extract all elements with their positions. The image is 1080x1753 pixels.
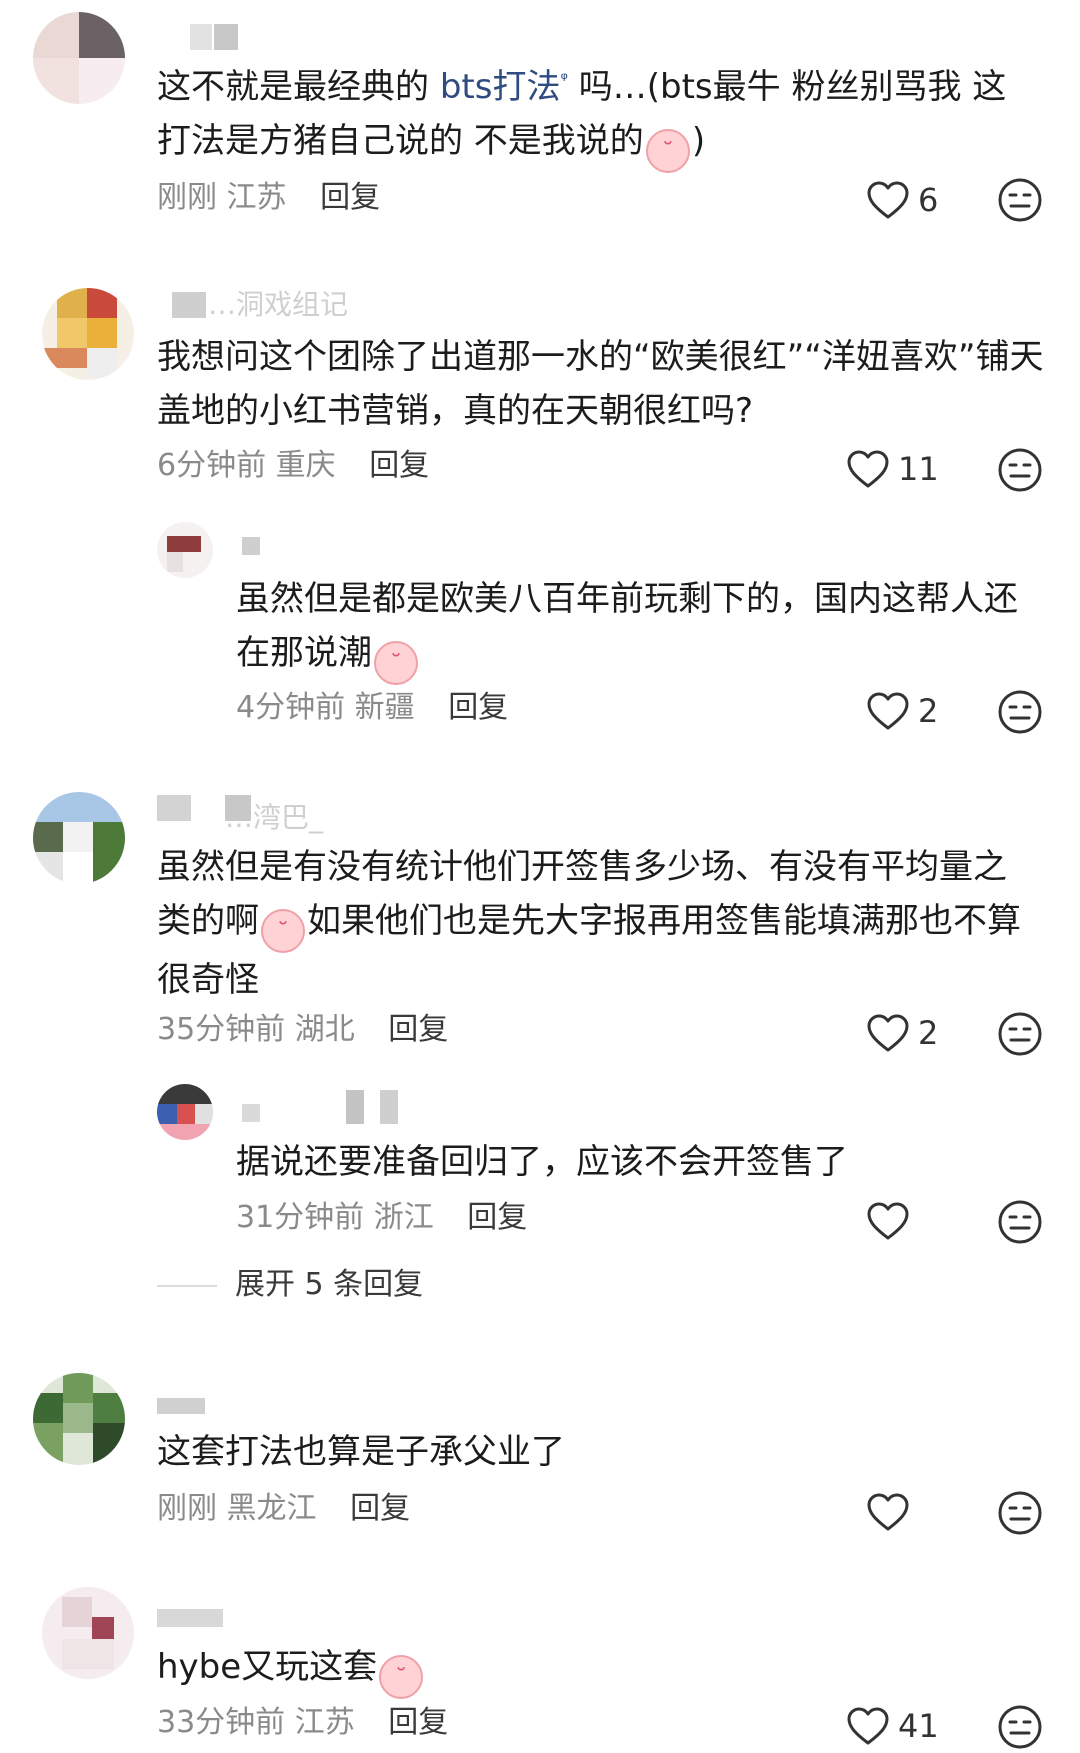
- reply-text: 虽然但是都是欧美八百年前玩剩下的，国内这帮人还 在那说潮 ˘: [236, 572, 1056, 685]
- timestamp: 33分钟前: [157, 1705, 286, 1740]
- avatar[interactable]: [33, 12, 125, 104]
- neutral-face-icon[interactable]: [997, 1704, 1043, 1750]
- comment-1: 这不就是最经典的 bts打法ᵠ 吗…(bts最牛 粉丝别骂我 这打法是方猪自己说…: [0, 0, 1080, 230]
- neutral-face-icon[interactable]: [997, 177, 1043, 223]
- reply-meta: 31分钟前 浙江 回复: [236, 1198, 527, 1238]
- heart-outline-icon: [867, 181, 909, 219]
- heart-outline-icon: [847, 1707, 889, 1745]
- location: 江苏: [226, 180, 287, 215]
- neutral-face-icon[interactable]: [997, 689, 1043, 735]
- like-button[interactable]: [866, 1488, 986, 1536]
- reply-button[interactable]: 回复: [350, 1491, 410, 1526]
- reply-button[interactable]: 回复: [388, 1705, 448, 1740]
- like-count: 2: [918, 692, 939, 730]
- username-masked[interactable]: [242, 537, 262, 563]
- reply-avatar[interactable]: [157, 1084, 213, 1140]
- reply-button[interactable]: 回复: [467, 1200, 527, 1235]
- heart-outline-icon: [867, 1493, 909, 1531]
- like-button[interactable]: 6: [866, 176, 986, 224]
- avatar[interactable]: [33, 792, 125, 884]
- neutral-face-icon[interactable]: [997, 1199, 1043, 1245]
- like-button[interactable]: 2: [866, 1009, 986, 1057]
- location: 江苏: [294, 1705, 355, 1740]
- comment-meta: 刚刚 江苏 回复: [157, 178, 380, 218]
- like-count: 11: [898, 450, 939, 488]
- username-masked[interactable]: …湾巴_: [157, 795, 327, 832]
- reply-avatar[interactable]: [157, 522, 213, 578]
- timestamp: 35分钟前: [157, 1012, 286, 1047]
- heart-outline-icon: [867, 692, 909, 730]
- location: 浙江: [373, 1200, 434, 1235]
- search-icon: ᵠ: [560, 69, 568, 90]
- neutral-face-icon[interactable]: [997, 1490, 1043, 1536]
- username-masked[interactable]: [157, 1392, 207, 1418]
- expand-replies-label: 展开 5 条回复: [235, 1267, 424, 1302]
- crying-face-emoji-icon: ˘: [379, 1655, 424, 1699]
- reply-meta: 4分钟前 新疆 回复: [236, 688, 508, 728]
- neutral-face-icon[interactable]: [997, 1011, 1043, 1057]
- location: 新疆: [354, 690, 415, 725]
- reply-text: 据说还要准备回归了，应该不会开签售了: [236, 1142, 848, 1182]
- crying-face-emoji-icon: ˘: [374, 641, 418, 685]
- like-button[interactable]: 11: [846, 445, 966, 493]
- timestamp: 4分钟前: [236, 690, 346, 725]
- location: 重庆: [275, 448, 336, 483]
- like-count: 2: [918, 1014, 939, 1052]
- comment-meta: 35分钟前 湖北 回复: [157, 1010, 448, 1050]
- neutral-face-icon[interactable]: [997, 447, 1043, 493]
- reply-button[interactable]: 回复: [369, 448, 429, 483]
- like-button[interactable]: 2: [866, 687, 986, 735]
- crying-face-emoji-icon: ˘: [645, 129, 690, 173]
- username-masked[interactable]: [242, 1090, 402, 1124]
- avatar[interactable]: [42, 1587, 134, 1679]
- like-count: 6: [918, 181, 939, 219]
- comment-text: hybe又玩这套 ˘: [157, 1640, 1047, 1699]
- username-masked[interactable]: [157, 1605, 227, 1631]
- comment-meta: 刚刚 黑龙江 回复: [157, 1489, 410, 1529]
- username-masked[interactable]: …洞戏组记: [172, 291, 372, 319]
- heart-outline-icon: [867, 1014, 909, 1052]
- reply-button[interactable]: 回复: [388, 1012, 448, 1047]
- divider: [157, 1285, 217, 1287]
- reply-button[interactable]: 回复: [448, 690, 508, 725]
- crying-face-emoji-icon: ˘: [261, 909, 305, 953]
- comment-text: 这套打法也算是子承父业了: [157, 1432, 565, 1472]
- location: 湖北: [294, 1012, 355, 1047]
- like-button[interactable]: [866, 1197, 986, 1245]
- comment-meta: 6分钟前 重庆 回复: [157, 446, 429, 486]
- like-button[interactable]: 41: [846, 1702, 966, 1750]
- comment-meta: 33分钟前 江苏 回复: [157, 1703, 448, 1743]
- topic-link[interactable]: bts打法: [440, 67, 561, 107]
- location: 黑龙江: [226, 1491, 317, 1526]
- timestamp: 6分钟前: [157, 448, 267, 483]
- comment-text: 这不就是最经典的 bts打法ᵠ 吗…(bts最牛 粉丝别骂我 这打法是方猪自己说…: [157, 60, 1047, 173]
- reply-button[interactable]: 回复: [320, 180, 380, 215]
- timestamp: 刚刚: [157, 1491, 217, 1526]
- avatar[interactable]: [42, 288, 134, 380]
- avatar[interactable]: [33, 1373, 125, 1465]
- username-masked[interactable]: [190, 24, 240, 50]
- comment-text: 虽然但是有没有统计他们开签售多少场、有没有平均量之 类的啊 ˘ 如果他们也是先大字报再…: [157, 847, 1021, 1000]
- expand-replies-button[interactable]: 展开 5 条回复: [157, 1265, 657, 1305]
- like-count: 41: [898, 1707, 939, 1745]
- timestamp: 31分钟前: [236, 1200, 365, 1235]
- heart-outline-icon: [847, 450, 889, 488]
- comment-text: 我想问这个团除了出道那一水的“欧美很红”“洋妞喜欢”铺天盖地的小红书营销，真的在…: [157, 337, 1044, 431]
- heart-outline-icon: [867, 1202, 909, 1240]
- timestamp: 刚刚: [157, 180, 217, 215]
